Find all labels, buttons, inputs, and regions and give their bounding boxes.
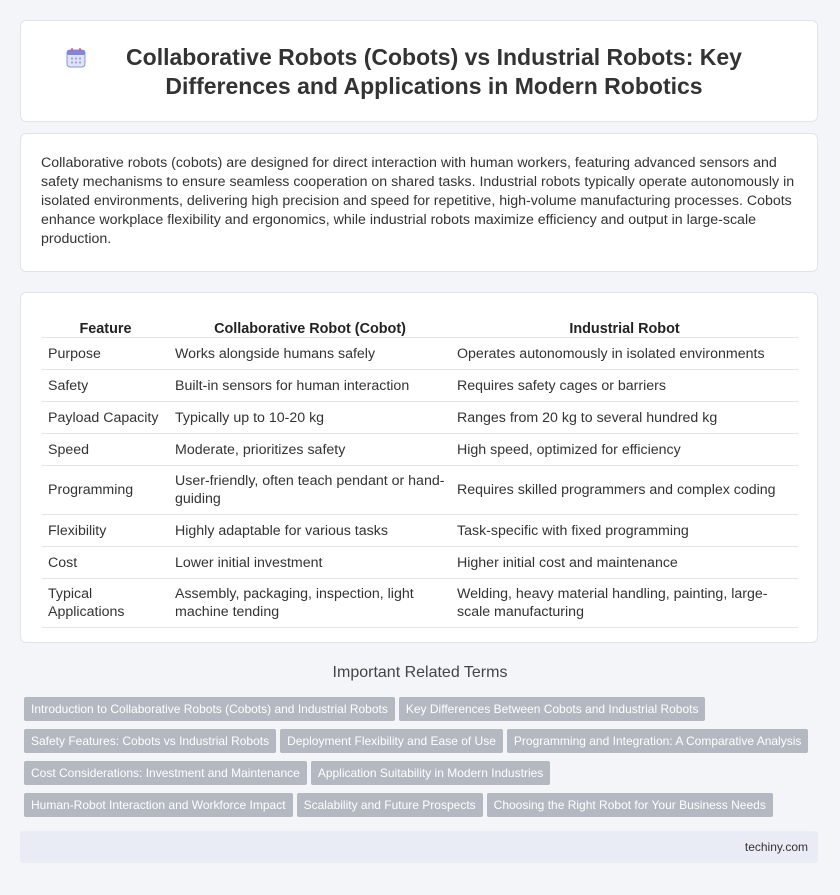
- related-term-tag[interactable]: Cost Considerations: Investment and Main…: [24, 761, 307, 785]
- table-cell: Lower initial investment: [169, 546, 451, 579]
- comparison-table-card: Feature Collaborative Robot (Cobot) Indu…: [20, 292, 818, 643]
- table-row: Programming User-friendly, often teach p…: [42, 465, 798, 515]
- table-cell: Highly adaptable for various tasks: [169, 514, 451, 547]
- table-cell: Assembly, packaging, inspection, light m…: [169, 578, 451, 628]
- related-terms-title: Important Related Terms: [332, 664, 508, 681]
- table-row: Typical Applications Assembly, packaging…: [42, 578, 798, 628]
- table-cell: Typically up to 10-20 kg: [169, 401, 451, 434]
- table-cell: Works alongside humans safely: [169, 337, 451, 370]
- table-cell: Ranges from 20 kg to several hundred kg: [451, 401, 798, 434]
- table-cell: Cost: [42, 546, 169, 579]
- related-term-tag[interactable]: Choosing the Right Robot for Your Busine…: [486, 793, 773, 817]
- table-cell: Operates autonomously in isolated enviro…: [451, 337, 798, 370]
- table-cell: Higher initial cost and maintenance: [451, 546, 798, 579]
- table-cell: Speed: [42, 433, 169, 466]
- header-card: Collaborative Robots (Cobots) vs Industr…: [20, 20, 818, 122]
- related-term-tag[interactable]: Scalability and Future Prospects: [296, 793, 483, 817]
- header-feature: Feature: [42, 315, 169, 338]
- table-row: Cost Lower initial investment Higher ini…: [42, 546, 798, 579]
- table-cell: Welding, heavy material handling, painti…: [451, 578, 798, 628]
- header-industrial: Industrial Robot: [451, 315, 798, 338]
- table-row: Safety Built-in sensors for human intera…: [42, 369, 798, 402]
- table-cell: Programming: [42, 465, 169, 515]
- related-term-tag[interactable]: Human-Robot Interaction and Workforce Im…: [24, 793, 293, 817]
- related-term-tag[interactable]: Programming and Integration: A Comparati…: [506, 729, 809, 753]
- summary-card: Collaborative robots (cobots) are design…: [20, 133, 818, 272]
- footer-site-link[interactable]: techiny.com: [745, 840, 808, 854]
- table-cell: Built-in sensors for human interaction: [169, 369, 451, 402]
- related-term-tag[interactable]: Safety Features: Cobots vs Industrial Ro…: [24, 729, 277, 753]
- table-cell: Payload Capacity: [42, 401, 169, 434]
- related-term-tag[interactable]: Application Suitability in Modern Indust…: [310, 761, 551, 785]
- table-cell: Requires safety cages or barriers: [451, 369, 798, 402]
- table-cell: Flexibility: [42, 514, 169, 547]
- table-row: Payload Capacity Typically up to 10-20 k…: [42, 401, 798, 434]
- related-term-tag[interactable]: Introduction to Collaborative Robots (Co…: [24, 697, 395, 721]
- table-row: Flexibility Highly adaptable for various…: [42, 514, 798, 547]
- page-title: Collaborative Robots (Cobots) vs Industr…: [126, 44, 742, 99]
- table-header-row: Feature Collaborative Robot (Cobot) Indu…: [42, 315, 798, 338]
- table-cell: User-friendly, often teach pendant or ha…: [169, 465, 451, 515]
- table-row: Speed Moderate, prioritizes safety High …: [42, 433, 798, 466]
- related-terms-list: Introduction to Collaborative Robots (Co…: [24, 697, 824, 825]
- related-term-tag[interactable]: Key Differences Between Cobots and Indus…: [398, 697, 706, 721]
- comparison-table: Feature Collaborative Robot (Cobot) Indu…: [42, 315, 798, 628]
- table-cell: Typical Applications: [42, 578, 169, 628]
- table-row: Purpose Works alongside humans safely Op…: [42, 337, 798, 370]
- header-cobot: Collaborative Robot (Cobot): [169, 315, 451, 338]
- summary-text: Collaborative robots (cobots) are design…: [41, 155, 795, 247]
- footer: techiny.com: [20, 831, 818, 863]
- table-cell: High speed, optimized for efficiency: [451, 433, 798, 466]
- related-term-tag[interactable]: Deployment Flexibility and Ease of Use: [280, 729, 503, 753]
- table-cell: Safety: [42, 369, 169, 402]
- table-cell: Requires skilled programmers and complex…: [451, 465, 798, 515]
- table-cell: Purpose: [42, 337, 169, 370]
- table-cell: Task-specific with fixed programming: [451, 514, 798, 547]
- table-cell: Moderate, prioritizes safety: [169, 433, 451, 466]
